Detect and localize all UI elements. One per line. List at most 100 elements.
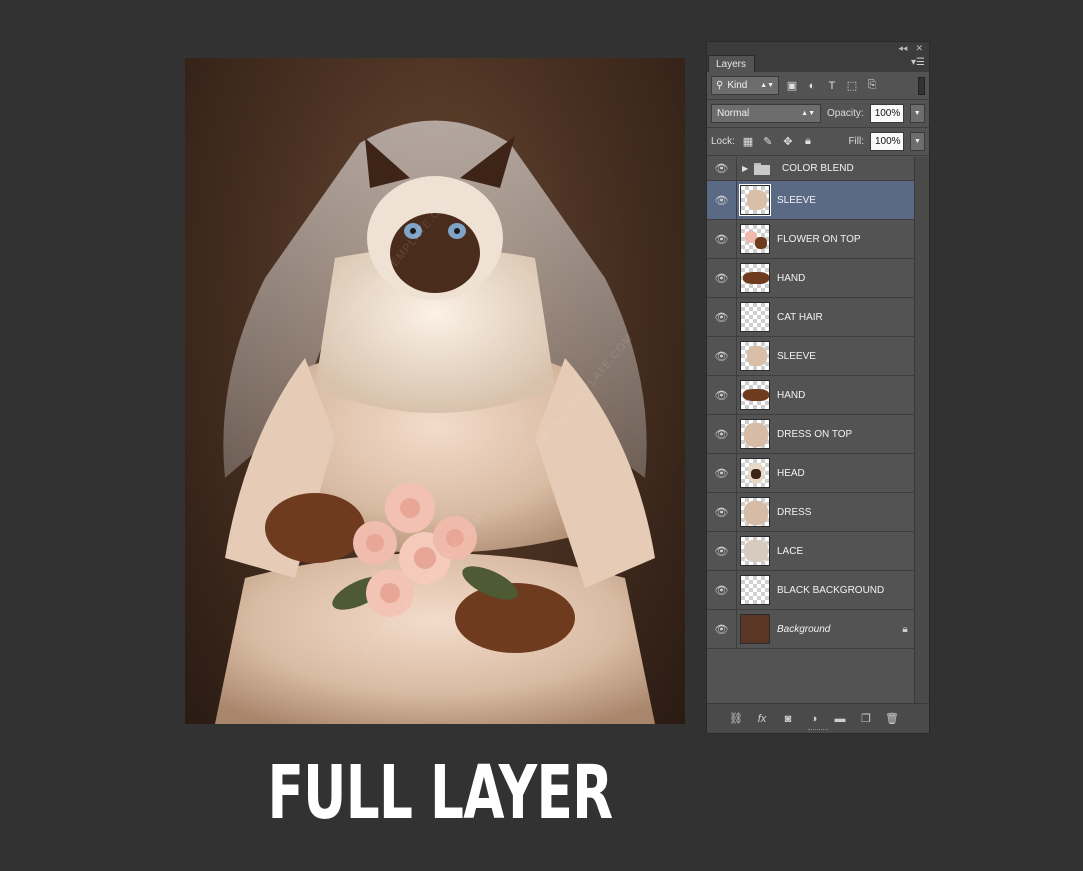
layer-thumbnail[interactable]	[740, 263, 770, 293]
layer-name: BLACK BACKGROUND	[777, 584, 885, 596]
lock-position-icon[interactable]: ✥	[781, 135, 795, 149]
visibility-eye-icon[interactable]: 👁︎	[707, 220, 737, 258]
fill-input[interactable]: 100%	[870, 132, 904, 151]
lock-image-pixels-icon[interactable]: ✎	[761, 135, 775, 149]
updown-arrows-icon: ▲▼	[760, 82, 774, 89]
layer-name: SLEEVE	[777, 350, 816, 362]
layer-name: FLOWER ON TOP	[777, 233, 861, 245]
layer-group-row[interactable]: 👁︎ ▶ COLOR BLEND	[707, 157, 915, 181]
new-adjustment-layer-icon[interactable]: ◑	[807, 713, 821, 725]
layer-name: Background	[777, 623, 831, 635]
caption-title: FULL LAYER	[267, 750, 613, 836]
visibility-eye-icon[interactable]: 👁︎	[707, 298, 737, 336]
delete-layer-icon[interactable]: 🗑︎	[885, 712, 899, 725]
visibility-eye-icon[interactable]: 👁︎	[707, 532, 737, 570]
adjustment-filter-icon[interactable]: ◐	[805, 79, 819, 93]
opacity-input[interactable]: 100%	[869, 104, 904, 123]
layers-list: 👁︎ ▶ COLOR BLEND 👁︎ SLEEVE 👁︎ FLOWER ON TOP…	[707, 157, 915, 652]
layer-row[interactable]: 👁︎ LACE	[707, 532, 915, 571]
layer-locked-icon: 🔒︎	[902, 623, 908, 635]
layer-row[interactable]: 👁︎ Background 🔒︎	[707, 610, 915, 649]
visibility-eye-icon[interactable]: 👁︎	[707, 157, 737, 180]
visibility-eye-icon[interactable]: 👁︎	[707, 454, 737, 492]
layer-thumbnail[interactable]	[740, 224, 770, 254]
close-panel-icon[interactable]: ✕	[915, 43, 923, 54]
lock-transparent-pixels-icon[interactable]: ▦	[741, 135, 755, 149]
layer-row[interactable]: 👁︎ DRESS ON TOP	[707, 415, 915, 454]
visibility-eye-icon[interactable]: 👁︎	[707, 376, 737, 414]
left-paw-shape	[265, 493, 365, 563]
new-group-icon[interactable]: ▬	[833, 713, 847, 725]
visibility-eye-icon[interactable]: 👁︎	[707, 259, 737, 297]
layer-row[interactable]: 👁︎ FLOWER ON TOP	[707, 220, 915, 259]
filter-toggle-switch[interactable]	[918, 76, 925, 95]
panel-tab-bar: Layers ▾☰	[707, 54, 929, 72]
visibility-eye-icon[interactable]: 👁︎	[707, 571, 737, 609]
layer-name: HEAD	[777, 467, 805, 479]
layer-thumbnail[interactable]	[740, 302, 770, 332]
image-filter-icon[interactable]: ▣	[785, 79, 799, 93]
layer-name: CAT HAIR	[777, 311, 823, 323]
new-layer-icon[interactable]: ❐	[859, 712, 873, 725]
layer-row[interactable]: 👁︎ DRESS	[707, 493, 915, 532]
blend-mode-row: Normal ▲▼ Opacity: 100% ▼	[707, 100, 929, 128]
layer-thumbnail[interactable]	[740, 380, 770, 410]
collapse-panel-icon[interactable]: ◂◂	[898, 43, 907, 54]
smart-object-filter-icon[interactable]: ⎘	[865, 79, 879, 93]
layer-row[interactable]: 👁︎ CAT HAIR	[707, 298, 915, 337]
panel-title-bar: ◂◂ ✕	[707, 42, 929, 54]
layers-panel: ◂◂ ✕ Layers ▾☰ ⚲ Kind ▲▼ ▣ ◐ T ⬚ ⎘ Norma…	[706, 41, 930, 734]
group-name: COLOR BLEND	[782, 163, 854, 174]
panel-menu-icon[interactable]: ▾☰	[911, 57, 925, 68]
layer-row[interactable]: 👁︎ HEAD	[707, 454, 915, 493]
layer-thumbnail[interactable]	[740, 614, 770, 644]
layer-name: DRESS ON TOP	[777, 428, 853, 440]
layer-row[interactable]: 👁︎ BLACK BACKGROUND	[707, 571, 915, 610]
layer-thumbnail[interactable]	[739, 184, 771, 216]
tab-layers[interactable]: Layers	[708, 55, 756, 72]
cat-bride-illustration	[215, 120, 655, 724]
add-mask-icon[interactable]: ◙	[781, 713, 795, 725]
layer-style-fx-icon[interactable]: fx	[755, 713, 769, 725]
layer-filter-row: ⚲ Kind ▲▼ ▣ ◐ T ⬚ ⎘	[707, 72, 929, 100]
filter-kind-label: Kind	[727, 80, 748, 91]
expand-triangle-icon[interactable]: ▶	[742, 164, 754, 173]
fill-dropdown-icon[interactable]: ▼	[910, 132, 925, 151]
layer-thumbnail[interactable]	[740, 458, 770, 488]
opacity-dropdown-icon[interactable]: ▼	[909, 104, 925, 123]
visibility-eye-icon[interactable]: 👁︎	[707, 181, 737, 219]
filter-kind-select[interactable]: ⚲ Kind ▲▼	[711, 76, 779, 95]
type-filter-icon[interactable]: T	[825, 79, 839, 93]
lock-label: Lock:	[711, 136, 735, 147]
layer-row[interactable]: 👁︎ SLEEVE	[707, 181, 915, 220]
layer-thumbnail[interactable]	[740, 497, 770, 527]
layer-row[interactable]: 👁︎ HAND	[707, 259, 915, 298]
visibility-eye-icon[interactable]: 👁︎	[707, 337, 737, 375]
updown-arrows-icon: ▲▼	[801, 110, 815, 117]
visibility-eye-icon[interactable]: 👁︎	[707, 493, 737, 531]
layer-name: HAND	[777, 272, 806, 284]
layer-thumbnail[interactable]	[740, 536, 770, 566]
link-layers-icon[interactable]: ⛓	[729, 712, 743, 725]
artwork-canvas: PETPORTRAITEMPLATE.COM PETPORTRAITEMPLAT…	[185, 58, 685, 724]
blend-mode-value: Normal	[717, 108, 750, 119]
layers-scrollbar[interactable]	[914, 157, 929, 705]
lock-row: Lock: ▦ ✎ ✥ 🔒︎ Fill: 100% ▼	[707, 128, 929, 156]
opacity-label: Opacity:	[827, 108, 864, 119]
visibility-eye-icon[interactable]: 👁︎	[707, 415, 737, 453]
blend-mode-select[interactable]: Normal ▲▼	[711, 104, 821, 123]
layer-thumbnail[interactable]	[740, 419, 770, 449]
panel-footer: ⛓ fx ◙ ◑ ▬ ❐ 🗑︎	[707, 703, 929, 733]
lock-all-icon[interactable]: 🔒︎	[801, 135, 815, 149]
visibility-eye-icon[interactable]: 👁︎	[707, 610, 737, 648]
search-icon: ⚲	[716, 80, 724, 91]
layer-row[interactable]: 👁︎ HAND	[707, 376, 915, 415]
resize-grip[interactable]	[808, 729, 828, 731]
shape-filter-icon[interactable]: ⬚	[845, 79, 859, 93]
fill-label: Fill:	[848, 136, 864, 147]
layer-thumbnail[interactable]	[740, 341, 770, 371]
layer-name: HAND	[777, 389, 806, 401]
layer-row[interactable]: 👁︎ SLEEVE	[707, 337, 915, 376]
layer-thumbnail[interactable]	[740, 575, 770, 605]
layer-name: DRESS	[777, 506, 812, 518]
